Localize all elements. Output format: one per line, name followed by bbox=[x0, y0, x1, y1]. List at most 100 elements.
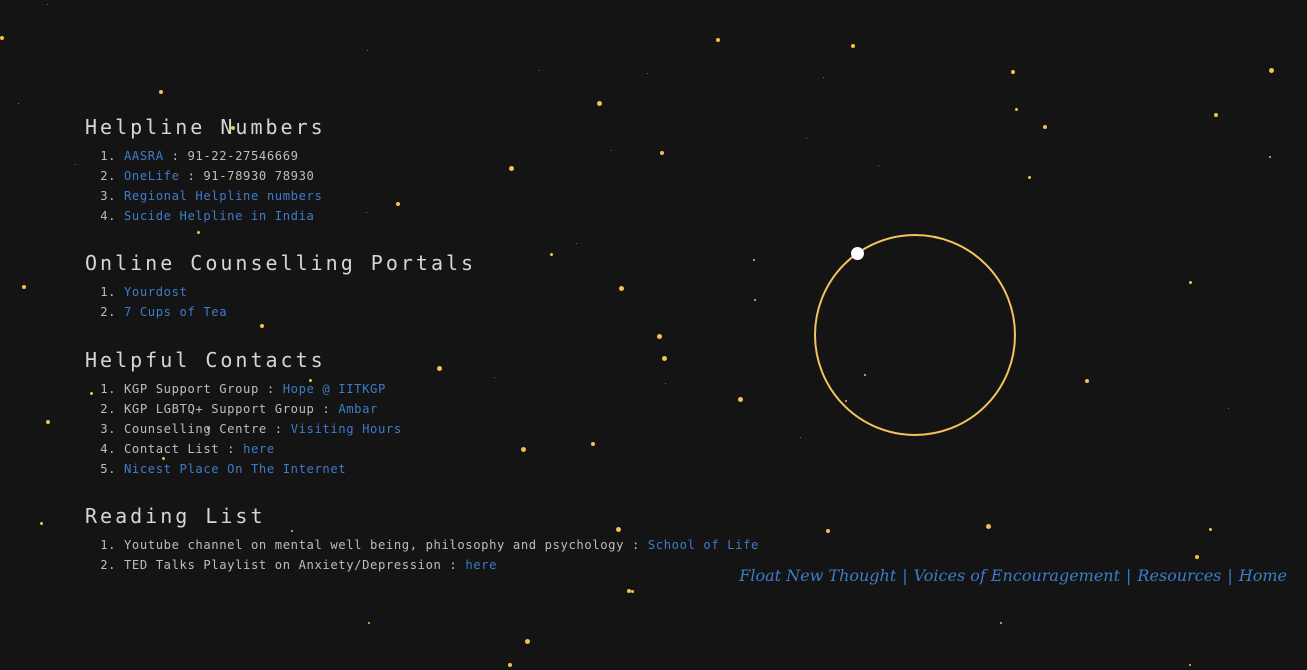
star bbox=[716, 38, 720, 42]
star bbox=[436, 365, 442, 371]
star bbox=[366, 212, 367, 213]
star bbox=[39, 521, 43, 525]
star bbox=[396, 202, 400, 206]
reading-label: TED Talks Playlist on Anxiety/Depression… bbox=[124, 558, 466, 572]
star bbox=[1228, 408, 1229, 409]
star bbox=[46, 420, 50, 424]
star bbox=[524, 638, 530, 644]
star bbox=[18, 103, 19, 104]
star bbox=[737, 396, 743, 402]
star bbox=[596, 100, 602, 106]
star bbox=[367, 50, 368, 51]
list-item: OneLife : 91-78930 78930 bbox=[124, 166, 326, 186]
list-item: KGP Support Group : Hope @ IITKGP bbox=[124, 379, 402, 399]
list-item: Youtube channel on mental well being, ph… bbox=[124, 535, 759, 555]
star bbox=[1214, 113, 1218, 117]
list-item: Yourdost bbox=[124, 282, 476, 302]
list-item: Sucide Helpline in India bbox=[124, 206, 326, 226]
contact-label: KGP Support Group : bbox=[124, 382, 283, 396]
star bbox=[47, 4, 48, 5]
star bbox=[611, 150, 612, 151]
contacts-section: Helpful Contacts KGP Support Group : Hop… bbox=[85, 345, 402, 489]
star bbox=[1269, 156, 1271, 158]
star bbox=[159, 90, 163, 94]
ambar-link[interactable]: Ambar bbox=[338, 402, 378, 416]
regional-helpline-link[interactable]: Regional Helpline numbers bbox=[124, 189, 322, 203]
star bbox=[508, 165, 514, 171]
contact-label: Contact List : bbox=[124, 442, 244, 456]
list-item: 7 Cups of Tea bbox=[124, 302, 476, 322]
star bbox=[754, 299, 756, 301]
star bbox=[0, 36, 4, 40]
nicest-place-link[interactable]: Nicest Place On The Internet bbox=[124, 462, 346, 476]
star bbox=[549, 252, 553, 256]
visiting-hours-link[interactable]: Visiting Hours bbox=[291, 422, 402, 436]
star bbox=[1188, 280, 1192, 284]
portals-title: Online Counselling Portals bbox=[85, 251, 477, 275]
hope-iitkgp-link[interactable]: Hope @ IITKGP bbox=[283, 382, 386, 396]
onelife-link[interactable]: OneLife bbox=[124, 169, 180, 183]
star bbox=[851, 44, 855, 48]
star bbox=[1268, 67, 1274, 73]
star bbox=[985, 523, 991, 529]
nav-separator: | bbox=[1227, 566, 1233, 585]
star bbox=[656, 333, 662, 339]
contacts-list: KGP Support Group : Hope @ IITKGP KGP LG… bbox=[85, 379, 402, 479]
nav-voices-of-encouragement[interactable]: Voices of Encouragement bbox=[914, 566, 1120, 585]
footer-nav: Float New Thought | Voices of Encouragemen… bbox=[739, 566, 1287, 585]
star bbox=[826, 529, 830, 533]
helpline-list: AASRA : 91-22-27546669 OneLife : 91-7893… bbox=[85, 146, 326, 226]
star bbox=[1085, 379, 1089, 383]
star bbox=[1000, 622, 1002, 624]
list-item: Regional Helpline numbers bbox=[124, 186, 326, 206]
nav-float-new-thought[interactable]: Float New Thought bbox=[739, 566, 896, 585]
reading-title: Reading List bbox=[85, 504, 266, 528]
portals-list: Yourdost 7 Cups of Tea bbox=[85, 282, 476, 322]
school-of-life-link[interactable]: School of Life bbox=[648, 538, 759, 552]
star bbox=[665, 383, 666, 384]
star bbox=[1014, 107, 1018, 111]
star bbox=[576, 243, 577, 244]
star bbox=[1027, 175, 1031, 179]
star bbox=[618, 285, 624, 291]
list-item: Contact List : here bbox=[124, 439, 402, 459]
star bbox=[591, 442, 595, 446]
star bbox=[806, 138, 807, 139]
star bbox=[660, 151, 664, 155]
star bbox=[508, 663, 512, 667]
reading-section: Reading List Youtube channel on mental w… bbox=[85, 501, 759, 585]
orbit-planet-dot bbox=[851, 247, 864, 260]
list-item: AASRA : 91-22-27546669 bbox=[124, 146, 326, 166]
star bbox=[1195, 555, 1199, 559]
star bbox=[368, 622, 370, 624]
list-item: Counselling Centre : Visiting Hours bbox=[124, 419, 402, 439]
reading-list: Youtube channel on mental well being, ph… bbox=[85, 535, 759, 575]
nav-resources[interactable]: Resources bbox=[1137, 566, 1221, 585]
yourdost-link[interactable]: Yourdost bbox=[124, 285, 188, 299]
portals-section: Online Counselling Portals Yourdost 7 Cu… bbox=[85, 248, 476, 332]
star bbox=[494, 377, 495, 378]
helpline-title: Helpline Numbers bbox=[85, 115, 326, 139]
contact-label: Counselling Centre : bbox=[124, 422, 291, 436]
star bbox=[1208, 527, 1212, 531]
star bbox=[1011, 70, 1015, 74]
aasra-link[interactable]: AASRA bbox=[124, 149, 164, 163]
star bbox=[878, 165, 879, 166]
contact-list-link[interactable]: here bbox=[243, 442, 275, 456]
star bbox=[647, 73, 648, 74]
orbit-circle bbox=[814, 234, 1016, 436]
star bbox=[661, 355, 667, 361]
onelife-number: : 91-78930 78930 bbox=[179, 169, 315, 183]
star bbox=[1043, 125, 1047, 129]
star bbox=[800, 437, 801, 438]
contact-label: KGP LGBTQ+ Support Group : bbox=[124, 402, 339, 416]
star bbox=[520, 446, 526, 452]
ted-playlist-link[interactable]: here bbox=[465, 558, 497, 572]
suicide-helpline-link[interactable]: Sucide Helpline in India bbox=[124, 209, 315, 223]
list-item: Nicest Place On The Internet bbox=[124, 459, 402, 479]
star bbox=[823, 77, 824, 78]
star bbox=[75, 164, 76, 165]
contacts-title: Helpful Contacts bbox=[85, 348, 326, 372]
nav-home[interactable]: Home bbox=[1239, 566, 1287, 585]
7-cups-link[interactable]: 7 Cups of Tea bbox=[124, 305, 227, 319]
